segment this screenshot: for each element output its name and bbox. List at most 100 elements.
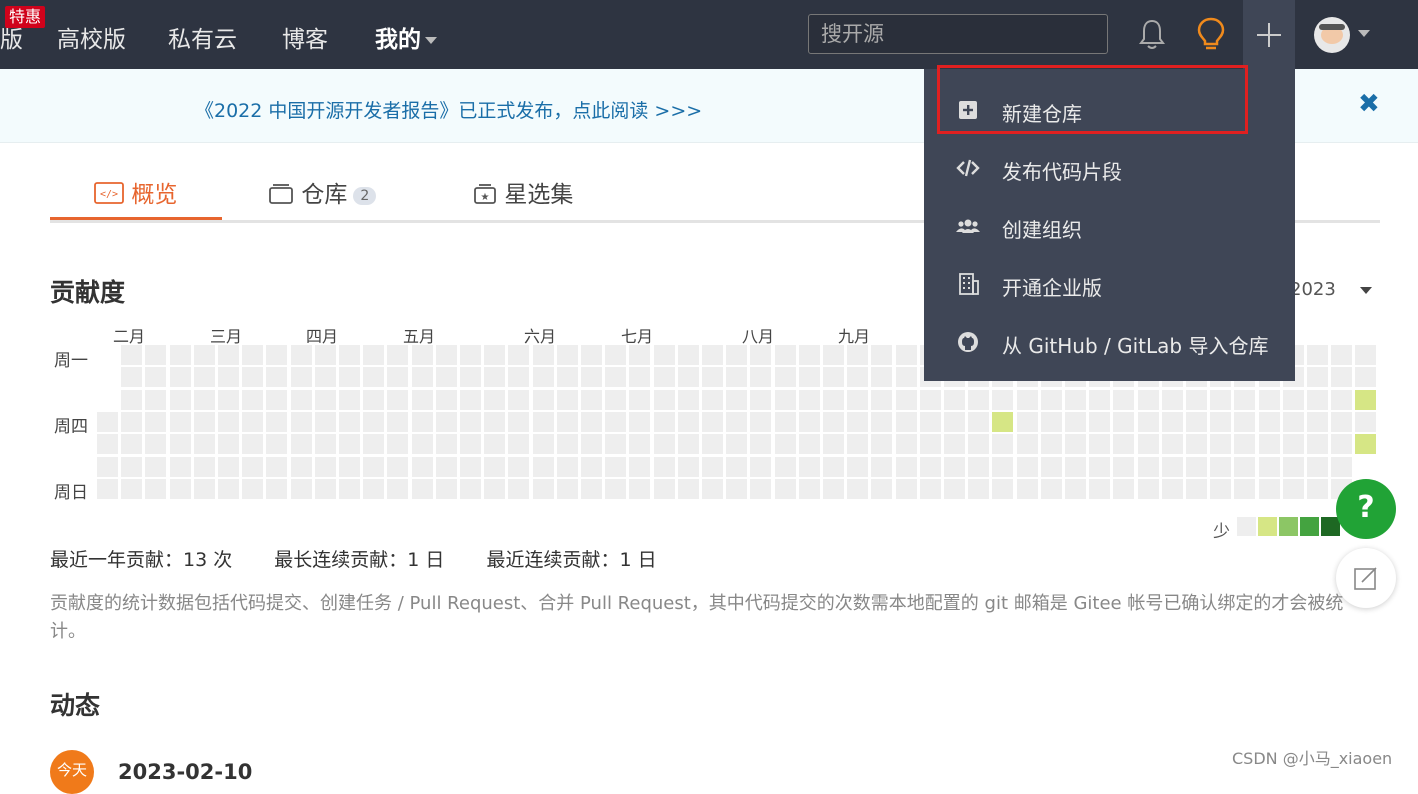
close-icon[interactable]: ✖ xyxy=(1358,89,1380,119)
contribution-cell[interactable] xyxy=(1041,390,1062,410)
contribution-cell[interactable] xyxy=(1234,390,1255,410)
contribution-cell[interactable] xyxy=(871,412,892,432)
contribution-cell[interactable] xyxy=(436,390,457,410)
contribution-cell[interactable] xyxy=(242,345,263,365)
tab-repositories[interactable]: 仓库 2 xyxy=(268,175,377,209)
contribution-cell[interactable] xyxy=(726,367,747,387)
contribution-cell[interactable] xyxy=(170,367,191,387)
contribution-cell[interactable] xyxy=(266,412,287,432)
contribution-cell[interactable] xyxy=(1331,457,1352,477)
contribution-cell[interactable] xyxy=(605,367,626,387)
contribution-cell[interactable] xyxy=(1259,479,1280,499)
contribution-cell[interactable] xyxy=(702,434,723,454)
contribution-cell[interactable] xyxy=(1113,479,1134,499)
contribution-cell[interactable] xyxy=(654,434,675,454)
contribution-cell[interactable] xyxy=(460,457,481,477)
contribution-cell[interactable] xyxy=(1307,367,1328,387)
contribution-cell[interactable] xyxy=(678,367,699,387)
contribution-cell[interactable] xyxy=(387,412,408,432)
contribution-cell[interactable] xyxy=(702,367,723,387)
contribution-cell[interactable] xyxy=(871,367,892,387)
contribution-cell[interactable] xyxy=(339,479,360,499)
contribution-cell[interactable] xyxy=(1138,390,1159,410)
contribution-cell[interactable] xyxy=(145,390,166,410)
contribution-cell[interactable] xyxy=(460,390,481,410)
contribution-cell[interactable] xyxy=(799,390,820,410)
contribution-cell[interactable] xyxy=(702,457,723,477)
contribution-cell[interactable] xyxy=(726,479,747,499)
contribution-cell[interactable] xyxy=(871,457,892,477)
contribution-cell[interactable] xyxy=(170,457,191,477)
contribution-cell[interactable] xyxy=(194,390,215,410)
contribution-cell[interactable] xyxy=(1355,345,1376,365)
contribution-cell[interactable] xyxy=(97,434,118,454)
contribution-cell[interactable] xyxy=(1331,345,1352,365)
contribution-cell[interactable] xyxy=(702,412,723,432)
contribution-cell[interactable] xyxy=(1234,479,1255,499)
contribution-cell[interactable] xyxy=(266,457,287,477)
contribution-cell[interactable] xyxy=(1283,434,1304,454)
contribution-cell[interactable] xyxy=(871,434,892,454)
bell-icon[interactable] xyxy=(1138,18,1166,50)
contribution-cell[interactable] xyxy=(605,345,626,365)
contribution-cell[interactable] xyxy=(1355,412,1376,432)
contribution-cell[interactable] xyxy=(412,367,433,387)
contribution-cell[interactable] xyxy=(1065,457,1086,477)
contribution-cell[interactable] xyxy=(145,367,166,387)
lightbulb-icon[interactable] xyxy=(1196,16,1226,52)
contribution-cell[interactable] xyxy=(823,479,844,499)
contribution-cell[interactable] xyxy=(629,479,650,499)
contribution-cell[interactable] xyxy=(484,345,505,365)
contribution-cell[interactable] xyxy=(460,367,481,387)
contribution-cell[interactable] xyxy=(339,412,360,432)
contribution-cell[interactable] xyxy=(775,457,796,477)
contribution-cell[interactable] xyxy=(992,412,1013,432)
contribution-cell[interactable] xyxy=(412,479,433,499)
contribution-cell[interactable] xyxy=(339,457,360,477)
contribution-cell[interactable] xyxy=(726,434,747,454)
contribution-cell[interactable] xyxy=(1113,457,1134,477)
contribution-cell[interactable] xyxy=(1186,390,1207,410)
contribution-cell[interactable] xyxy=(896,367,917,387)
contribution-cell[interactable] xyxy=(750,479,771,499)
contribution-cell[interactable] xyxy=(1089,457,1110,477)
contribution-cell[interactable] xyxy=(654,457,675,477)
contribution-cell[interactable] xyxy=(944,390,965,410)
contribution-cell[interactable] xyxy=(654,390,675,410)
contribution-cell[interactable] xyxy=(1210,479,1231,499)
contribution-cell[interactable] xyxy=(242,479,263,499)
contribution-cell[interactable] xyxy=(605,479,626,499)
contribution-cell[interactable] xyxy=(775,390,796,410)
contribution-cell[interactable] xyxy=(775,345,796,365)
contribution-cell[interactable] xyxy=(412,345,433,365)
contribution-cell[interactable] xyxy=(436,479,457,499)
nav-item-private-cloud[interactable]: 私有云 xyxy=(168,20,237,54)
contribution-cell[interactable] xyxy=(1065,434,1086,454)
contribution-cell[interactable] xyxy=(775,412,796,432)
contribution-cell[interactable] xyxy=(896,434,917,454)
contribution-cell[interactable] xyxy=(847,434,868,454)
contribution-cell[interactable] xyxy=(1017,390,1038,410)
contribution-cell[interactable] xyxy=(170,345,191,365)
contribution-cell[interactable] xyxy=(823,412,844,432)
contribution-cell[interactable] xyxy=(1307,457,1328,477)
contribution-cell[interactable] xyxy=(315,434,336,454)
contribution-cell[interactable] xyxy=(750,412,771,432)
contribution-cell[interactable] xyxy=(1017,479,1038,499)
contribution-cell[interactable] xyxy=(1017,412,1038,432)
contribution-cell[interactable] xyxy=(678,390,699,410)
contribution-cell[interactable] xyxy=(871,345,892,365)
contribution-cell[interactable] xyxy=(702,390,723,410)
contribution-cell[interactable] xyxy=(484,479,505,499)
contribution-cell[interactable] xyxy=(387,479,408,499)
contribution-cell[interactable] xyxy=(291,457,312,477)
help-button[interactable]: ? xyxy=(1336,479,1396,539)
contribution-cell[interactable] xyxy=(750,390,771,410)
contribution-cell[interactable] xyxy=(170,390,191,410)
contribution-cell[interactable] xyxy=(339,367,360,387)
contribution-cell[interactable] xyxy=(121,345,142,365)
avatar[interactable] xyxy=(1314,17,1350,53)
contribution-cell[interactable] xyxy=(823,390,844,410)
contribution-cell[interactable] xyxy=(557,479,578,499)
contribution-cell[interactable] xyxy=(363,345,384,365)
